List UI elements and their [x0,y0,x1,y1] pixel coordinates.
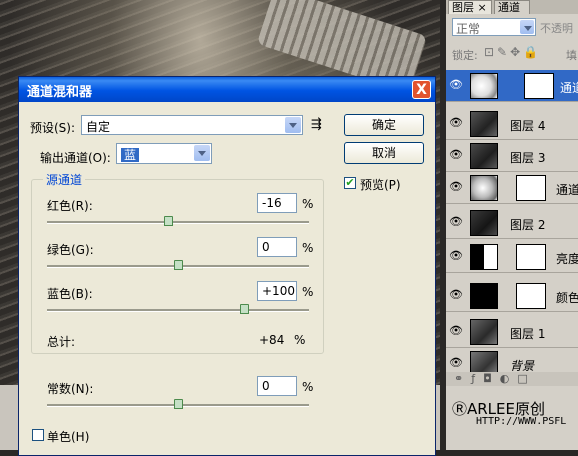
blue-slider-thumb[interactable] [239,304,249,314]
layer-mask [524,73,554,99]
watermark-url: HTTP://WWW.PSFL [476,416,567,427]
preset-value: 自定 [86,120,111,134]
preset-dropdown[interactable]: 自定 [81,115,303,135]
source-channels-title: 源通道 [43,171,86,188]
layer-thumbnail [470,244,498,270]
tab-layers[interactable]: 图层 × [448,0,492,14]
blue-input[interactable]: +100 [257,281,297,301]
chevron-down-icon [520,20,534,34]
eye-icon[interactable]: 👁 [449,149,463,161]
layer-mask [516,175,546,201]
layer-row[interactable]: 👁 图层 1 [446,316,578,348]
layer-thumbnail [470,111,498,137]
red-slider-track[interactable] [47,221,309,224]
output-channel-value: 蓝 [121,148,140,162]
lock-icons[interactable]: ⊡✎✥🔒 [484,45,541,59]
layer-thumbnail [470,73,498,99]
layer-thumbnail [470,175,498,201]
green-slider-thumb[interactable] [174,260,183,270]
layer-name: 图层 3 [510,151,546,165]
layer-row[interactable]: 👁 通道 [446,70,578,102]
dialog-titlebar[interactable]: 通道混和器 X [19,77,435,102]
blue-percent: % [302,285,314,299]
layer-name: 亮度 [556,252,578,266]
layer-row[interactable]: 👁 亮度 [446,241,578,273]
tab-channels[interactable]: 通道 [494,0,530,14]
ok-button[interactable]: 确定 [344,114,424,136]
panel-tabs: 图层 × 通道 [446,0,578,14]
red-percent: % [302,197,314,211]
layer-name: 图层 4 [510,119,546,133]
preset-options-icon[interactable]: ⇶ [311,117,322,132]
channel-mixer-dialog: 通道混和器 X 预设(S): 自定 ⇶ 输出通道(O): 蓝 确定 取消 ✔ 预… [18,76,436,456]
layer-thumbnail [470,319,498,345]
eye-icon[interactable]: 👁 [449,181,463,193]
tab-layers-label: 图层 [452,1,474,14]
cancel-button[interactable]: 取消 [344,142,424,164]
blend-mode-dropdown[interactable]: 正常 [452,18,536,36]
layer-row[interactable]: 👁 通道 [446,172,578,204]
dialog-title: 通道混和器 [27,85,93,100]
eye-icon[interactable]: 👁 [449,216,463,228]
green-percent: % [302,241,314,255]
output-channel-label: 输出通道(O): [40,151,111,165]
eye-icon[interactable]: 👁 [449,79,463,91]
layer-mask [516,244,546,270]
chevron-down-icon [285,117,301,133]
constant-input[interactable]: 0 [257,376,297,396]
layer-row[interactable]: 👁 颜色 [446,280,578,312]
layer-tools-bar[interactable]: ⚭ƒ◘◐□ [446,372,578,386]
fill-label: 填 [566,49,577,62]
constant-percent: % [302,380,314,394]
total-percent: % [294,333,306,347]
eye-icon[interactable]: 👁 [449,117,463,129]
lock-label: 锁定: [452,49,478,62]
red-input[interactable]: -16 [257,193,297,213]
eye-icon[interactable]: 👁 [449,357,463,369]
eye-icon[interactable]: 👁 [449,289,463,301]
constant-label: 常数(N): [47,382,94,396]
layer-row[interactable]: 👁 图层 3 [446,140,578,172]
total-value: +84 [259,333,285,347]
opacity-label: 不透明 [540,22,573,35]
green-label: 绿色(G): [47,243,94,257]
blend-mode-value: 正常 [456,22,481,36]
preview-checkbox[interactable]: ✔ [344,177,356,189]
layer-thumbnail [470,143,498,169]
layer-name: 图层 1 [510,327,546,341]
output-channel-dropdown[interactable]: 蓝 [116,143,212,164]
layer-row[interactable]: 👁 图层 2 [446,207,578,239]
layer-thumbnail [470,283,498,309]
total-label: 总计: [47,335,76,349]
preview-label: 预览(P) [360,178,401,192]
layer-name: 颜色 [556,291,578,305]
chevron-down-icon [194,145,210,161]
eye-icon[interactable]: 👁 [449,325,463,337]
red-label: 红色(R): [47,199,93,213]
constant-slider-thumb[interactable] [174,399,183,409]
layer-mask [516,283,546,309]
monochrome-checkbox[interactable] [32,429,44,441]
layer-thumbnail [470,210,498,236]
layer-name: 通道 [560,81,578,95]
preset-label: 预设(S): [30,121,76,135]
layer-row[interactable]: 👁 图层 4 [446,108,578,140]
layer-name: 图层 2 [510,218,546,232]
close-button[interactable]: X [412,80,431,99]
blue-slider-track[interactable] [47,309,309,312]
monochrome-label: 单色(H) [47,430,90,444]
layers-panel: 图层 × 通道 正常 不透明 锁定: ⊡✎✥🔒 填 👁 通道 👁 图层 4 👁 … [446,0,578,450]
green-input[interactable]: 0 [257,237,297,257]
layer-name: 通道 [556,183,578,197]
eye-icon[interactable]: 👁 [449,250,463,262]
red-slider-thumb[interactable] [163,216,173,226]
blue-label: 蓝色(B): [47,287,93,301]
